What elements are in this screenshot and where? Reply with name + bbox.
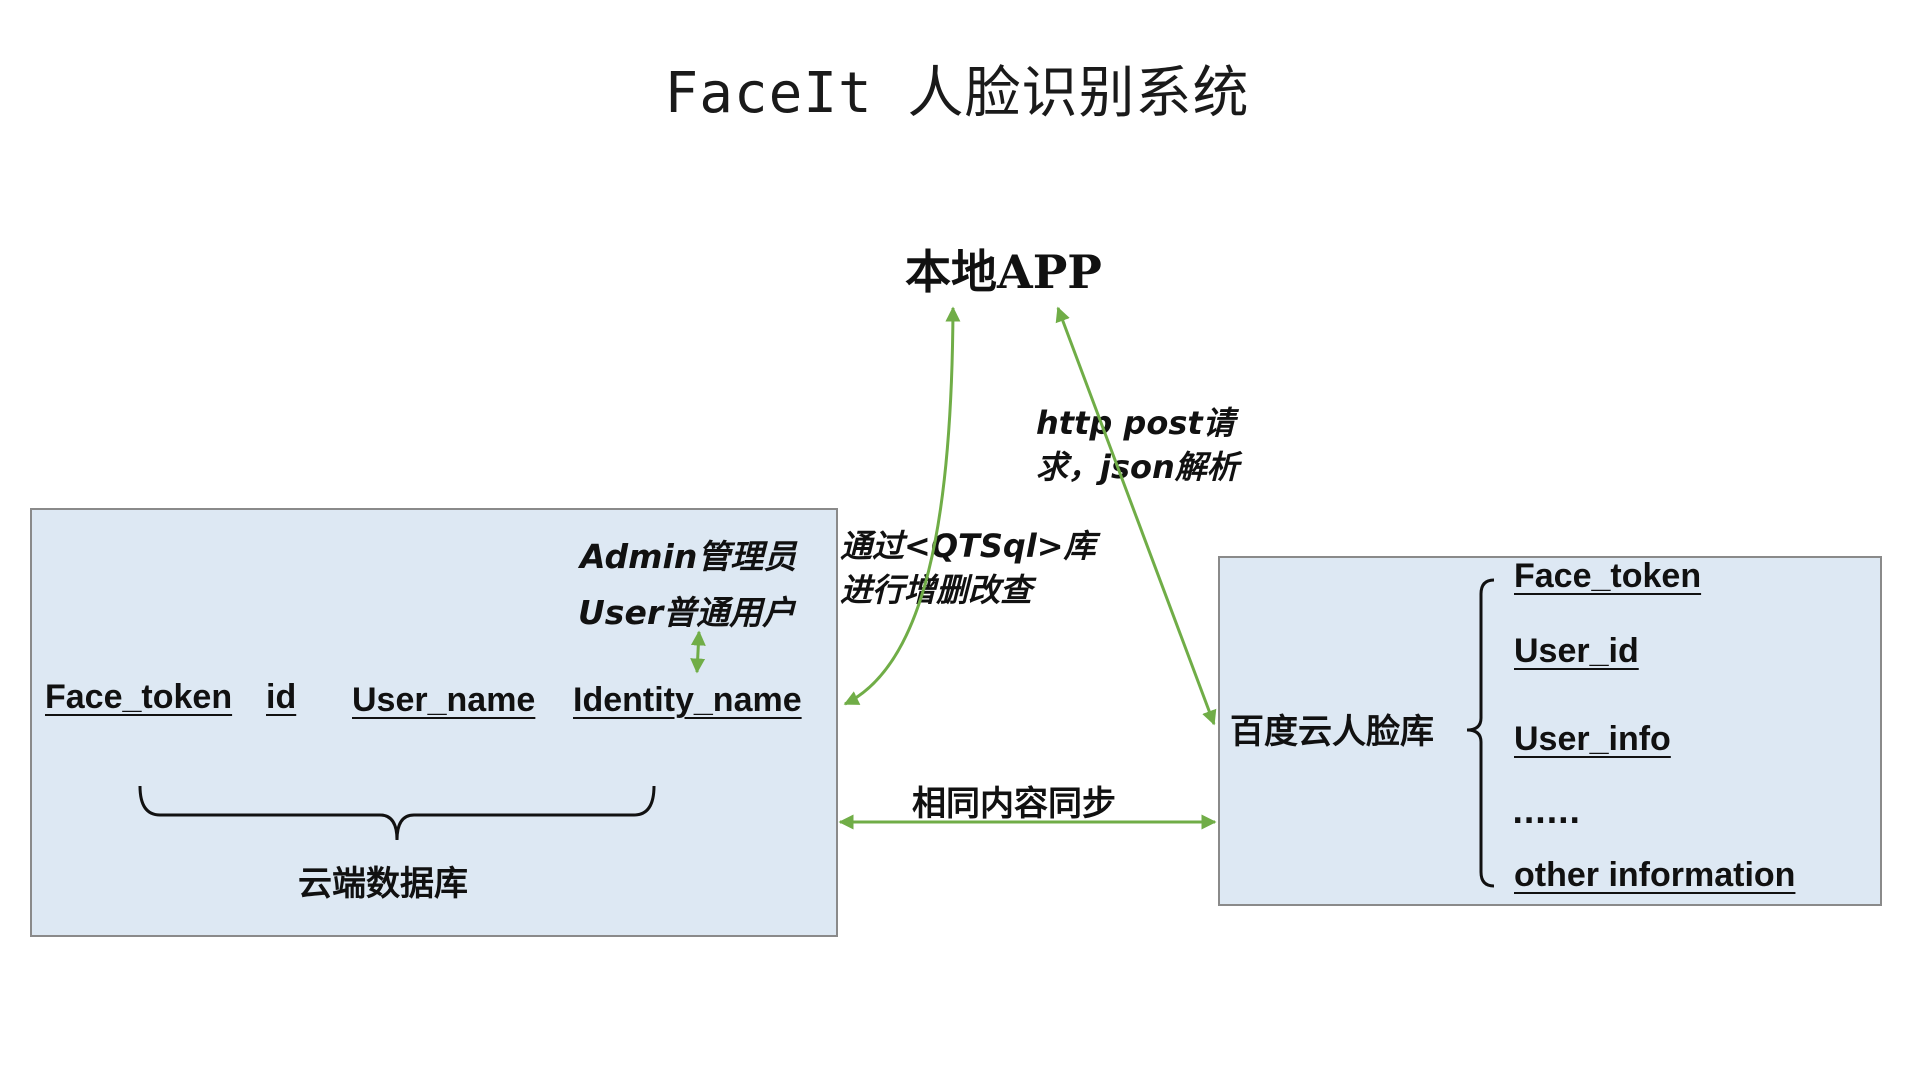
local-database-label: 云端数据库 [298, 864, 468, 904]
baidu-field-user-info: User_info [1514, 720, 1671, 758]
sync-edge-label: 相同内容同步 [912, 784, 1116, 824]
qtsql-edge-label-line1: 通过<QTSql>库 [840, 527, 1096, 565]
local-field-id: id [266, 678, 297, 716]
role-user: User普通用户 [578, 593, 796, 632]
qtsql-arrow [843, 306, 961, 706]
http-edge-label-line1: http post请 [1036, 404, 1235, 442]
http-arrow [1055, 306, 1217, 726]
qtsql-edge-label-line2: 进行增删改查 [840, 571, 1033, 609]
local-field-identity-name: Identity_name [573, 681, 802, 719]
baidu-field-face-token: Face_token [1514, 557, 1702, 595]
baidu-field-user-id: User_id [1514, 632, 1639, 670]
baidu-field-ellipsis: ...... [1512, 796, 1581, 831]
local-field-face-token: Face_token [45, 678, 233, 716]
role-admin: Admin管理员 [580, 537, 797, 576]
page-title: FaceIt 人脸识别系统 [664, 61, 1250, 126]
baidu-field-other-information: other information [1514, 856, 1796, 894]
baidu-face-library-label: 百度云人脸库 [1230, 712, 1434, 752]
http-edge-label-line2: 求，json解析 [1036, 448, 1239, 486]
local-app-label: 本地APP [905, 245, 1102, 299]
local-field-user-name: User_name [352, 681, 536, 719]
